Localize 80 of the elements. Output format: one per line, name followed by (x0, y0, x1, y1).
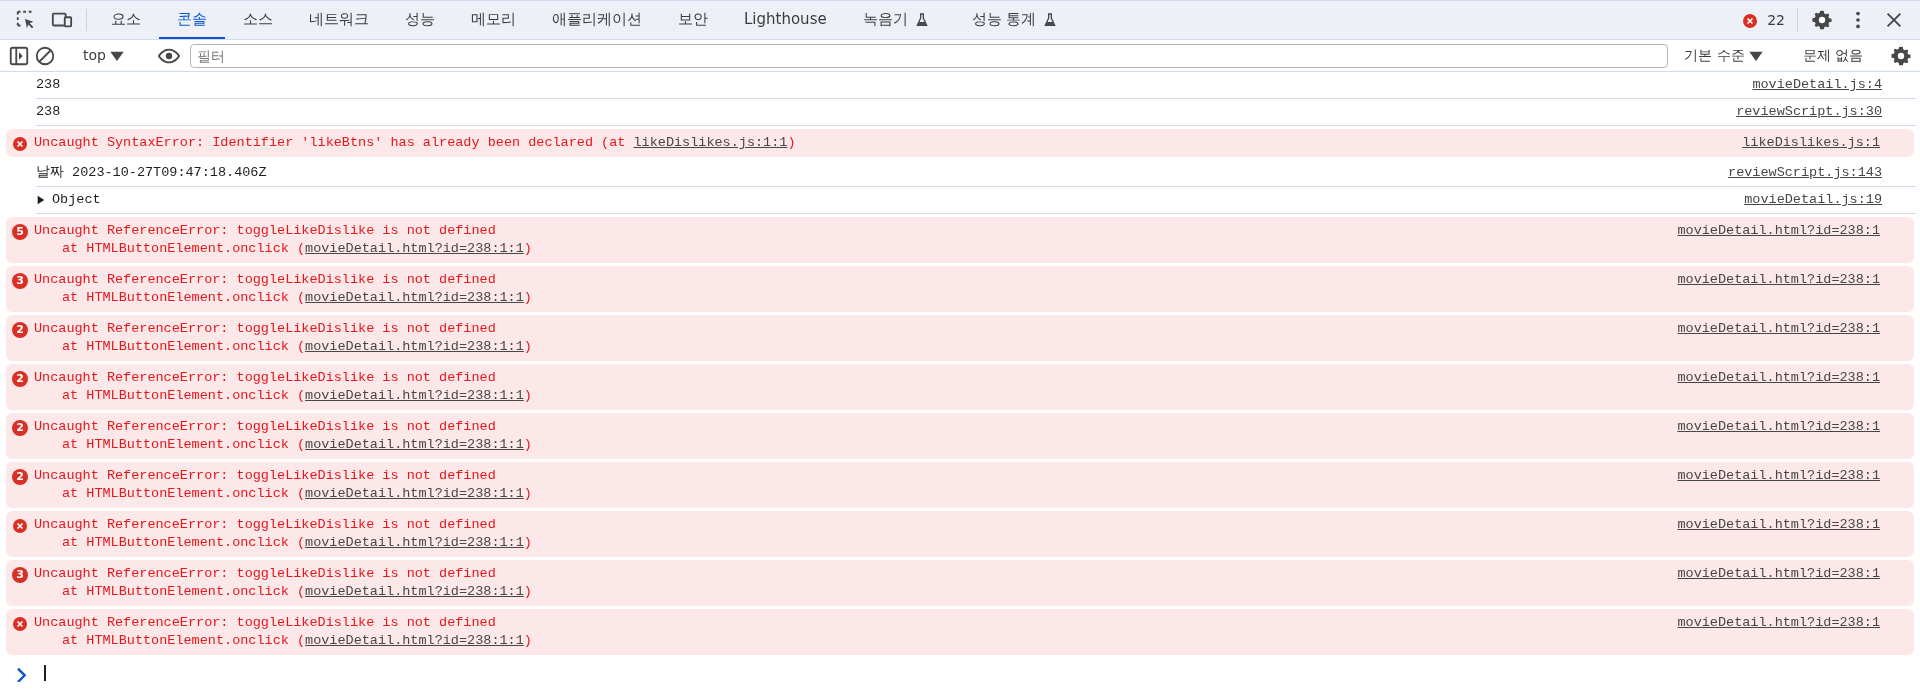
error-message: Uncaught ReferenceError: toggleLikeDislike is not defined (34, 565, 497, 583)
source-link[interactable]: movieDetail.html?id=238:1 (1677, 320, 1880, 338)
log-level-dropdown[interactable]: 기본 수준 (1678, 45, 1776, 66)
sidebar-toggle-icon[interactable] (8, 44, 30, 67)
stack-trace-line: at HTMLButtonElement.onclick (movieDetail.html?id=238:1:1) (61, 387, 532, 405)
source-link[interactable]: movieDetail.html?id=238:1:1 (305, 437, 524, 452)
stack-trace-line: at HTMLButtonElement.onclick (movieDetail.html?id=238:1:1) (61, 583, 532, 601)
repeat-count-badge: 2 (12, 322, 28, 338)
source-link[interactable]: movieDetail.html?id=238:1 (1677, 614, 1880, 632)
source-link[interactable]: movieDetail.html?id=238:1:1 (305, 388, 524, 403)
panel-tab[interactable]: 성능 통계 (953, 1, 1083, 39)
source-link[interactable]: movieDetail.html?id=238:1 (1677, 369, 1880, 387)
source-link[interactable]: movieDetail.html?id=238:1:1 (305, 339, 524, 354)
repeat-count-badge: 2 (12, 371, 28, 387)
source-link[interactable]: movieDetail.html?id=238:1 (1677, 418, 1880, 436)
error-message: Uncaught SyntaxError: Identifier 'likeBtns' has already been declared (at likeDislikes.js:1:1) (34, 134, 796, 152)
log-message: 238 (36, 76, 61, 94)
stack-trace-line: at HTMLButtonElement.onclick (movieDetail.html?id=238:1:1) (61, 485, 532, 503)
context-dropdown[interactable]: top (77, 45, 137, 66)
source-link[interactable]: reviewScript.js:30 (1736, 103, 1882, 121)
panel-tab[interactable]: 네트워크 (291, 1, 387, 39)
repeat-count-badge: 2 (12, 469, 28, 485)
stack-trace-line: at HTMLButtonElement.onclick (movieDetail.html?id=238:1:1) (61, 289, 532, 307)
stack-trace-line: at HTMLButtonElement.onclick (movieDetail.html?id=238:1:1) (61, 338, 532, 356)
error-message: Uncaught ReferenceError: toggleLikeDislike is not defined (34, 369, 497, 387)
error-message: Uncaught ReferenceError: toggleLikeDislike is not defined (34, 418, 497, 436)
panel-tab[interactable]: 콘솔 (159, 1, 225, 39)
source-link[interactable]: movieDetail.html?id=238:1:1 (305, 633, 524, 648)
source-link[interactable]: movieDetail.js:4 (1752, 76, 1882, 94)
repeat-count-badge: 5 (12, 224, 28, 240)
panel-tab[interactable]: 애플리케이션 (534, 1, 660, 39)
panel-tab[interactable]: Lighthouse (726, 1, 845, 39)
log-message: 날짜 2023-10-27T09:47:18.406Z (36, 164, 267, 182)
source-link[interactable]: movieDetail.html?id=238:1:1 (305, 584, 524, 599)
settings-icon[interactable] (1890, 44, 1912, 67)
source-link[interactable]: movieDetail.html?id=238:1 (1677, 222, 1880, 240)
source-link[interactable]: movieDetail.html?id=238:1 (1677, 467, 1880, 485)
console-input-cursor[interactable] (44, 665, 46, 681)
repeat-count-badge: 3 (12, 567, 28, 583)
source-link[interactable]: movieDetail.html?id=238:1:1 (305, 241, 524, 256)
error-message: Uncaught ReferenceError: toggleLikeDislike is not defined (34, 320, 497, 338)
panel-tab[interactable]: 성능 (387, 1, 453, 39)
source-link[interactable]: movieDetail.js:19 (1744, 191, 1882, 209)
source-link[interactable]: movieDetail.html?id=238:1:1 (305, 535, 524, 550)
source-link[interactable]: movieDetail.html?id=238:1 (1677, 565, 1880, 583)
error-count-button[interactable]: 22 (1736, 1, 1791, 39)
clear-console-icon[interactable] (34, 44, 56, 67)
error-message: Uncaught ReferenceError: toggleLikeDislike is not defined (34, 614, 497, 632)
stack-trace-line: at HTMLButtonElement.onclick (movieDetail.html?id=238:1:1) (61, 240, 532, 258)
expand-arrow-icon[interactable] (36, 195, 46, 205)
panel-tab[interactable]: 보안 (660, 1, 726, 39)
repeat-count-badge: 2 (12, 420, 28, 436)
issues-button[interactable]: 문제 없음 (1796, 45, 1869, 66)
stack-trace-line: at HTMLButtonElement.onclick (movieDetail.html?id=238:1:1) (61, 534, 532, 552)
panel-tab[interactable]: 녹음기 (844, 1, 954, 39)
error-icon (12, 616, 28, 632)
object-label[interactable]: Object (52, 191, 101, 209)
source-link[interactable]: movieDetail.html?id=238:1 (1677, 271, 1880, 289)
error-icon (1742, 13, 1759, 29)
error-message: Uncaught ReferenceError: toggleLikeDislike is not defined (34, 271, 497, 289)
error-icon (12, 136, 28, 152)
panel-tab[interactable]: 메모리 (453, 1, 534, 39)
log-message: 238 (36, 103, 61, 121)
error-icon (12, 518, 28, 534)
source-link[interactable]: likeDislikes.js:1:1 (633, 135, 788, 150)
source-link[interactable]: movieDetail.html?id=238:1:1 (305, 486, 524, 501)
settings-icon[interactable] (1811, 9, 1833, 31)
source-link[interactable]: movieDetail.html?id=238:1:1 (305, 290, 524, 305)
stack-trace-line: at HTMLButtonElement.onclick (movieDetail.html?id=238:1:1) (61, 436, 532, 454)
error-message: Uncaught ReferenceError: toggleLikeDislike is not defined (34, 467, 497, 485)
source-link[interactable]: reviewScript.js:143 (1728, 164, 1882, 182)
stack-trace-line: at HTMLButtonElement.onclick (movieDetail.html?id=238:1:1) (61, 632, 532, 650)
panel-tab[interactable]: 소스 (225, 1, 291, 39)
source-link[interactable]: likeDislikes.js:1 (1742, 134, 1880, 152)
error-message: Uncaught ReferenceError: toggleLikeDislike is not defined (34, 516, 497, 534)
filter-field[interactable]: 필터 (189, 43, 1669, 68)
panel-tab[interactable]: 요소 (93, 1, 159, 39)
error-message: Uncaught ReferenceError: toggleLikeDislike is not defined (34, 222, 497, 240)
repeat-count-badge: 3 (12, 273, 28, 289)
source-link[interactable]: movieDetail.html?id=238:1 (1677, 516, 1880, 534)
